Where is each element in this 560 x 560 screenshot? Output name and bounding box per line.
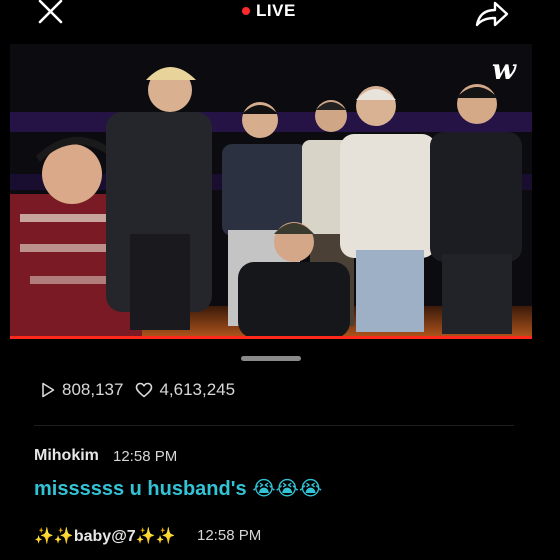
close-button[interactable] — [36, 0, 66, 24]
live-label: LIVE — [256, 1, 296, 20]
drag-handle[interactable] — [241, 356, 301, 361]
share-icon — [475, 1, 509, 27]
likes-count: 4,613,245 — [159, 380, 236, 399]
likes-stat: 4,613,245 — [135, 380, 235, 400]
close-icon — [38, 0, 63, 24]
video-progress-bar[interactable] — [10, 336, 532, 339]
comment-message: missssss u husband's — [34, 478, 247, 500]
video-frame — [10, 44, 532, 338]
views-stat: 808,137 — [40, 380, 123, 400]
live-dot — [242, 7, 250, 15]
share-button[interactable] — [474, 0, 510, 28]
comment-username[interactable]: ✨✨baby@7✨✨ — [34, 526, 176, 546]
top-bar: LIVE — [0, 0, 560, 30]
weverse-logo: w — [491, 53, 516, 86]
crying-emoji: 😭😭😭 — [252, 476, 323, 500]
comment-timestamp: 12:58 PM — [113, 448, 178, 465]
divider — [34, 425, 514, 426]
live-indicator: LIVE — [242, 1, 296, 21]
stats-row: 808,137 4,613,245 — [40, 380, 247, 400]
comment-text: missssss u husband's 😭😭😭 — [34, 476, 322, 501]
comment-timestamp: 12:58 PM — [197, 527, 262, 544]
comment-username[interactable]: Mihokim — [34, 447, 99, 465]
live-video-player[interactable]: w — [10, 44, 532, 338]
play-icon — [42, 382, 55, 398]
views-count: 808,137 — [62, 380, 124, 399]
heart-icon — [136, 382, 153, 398]
